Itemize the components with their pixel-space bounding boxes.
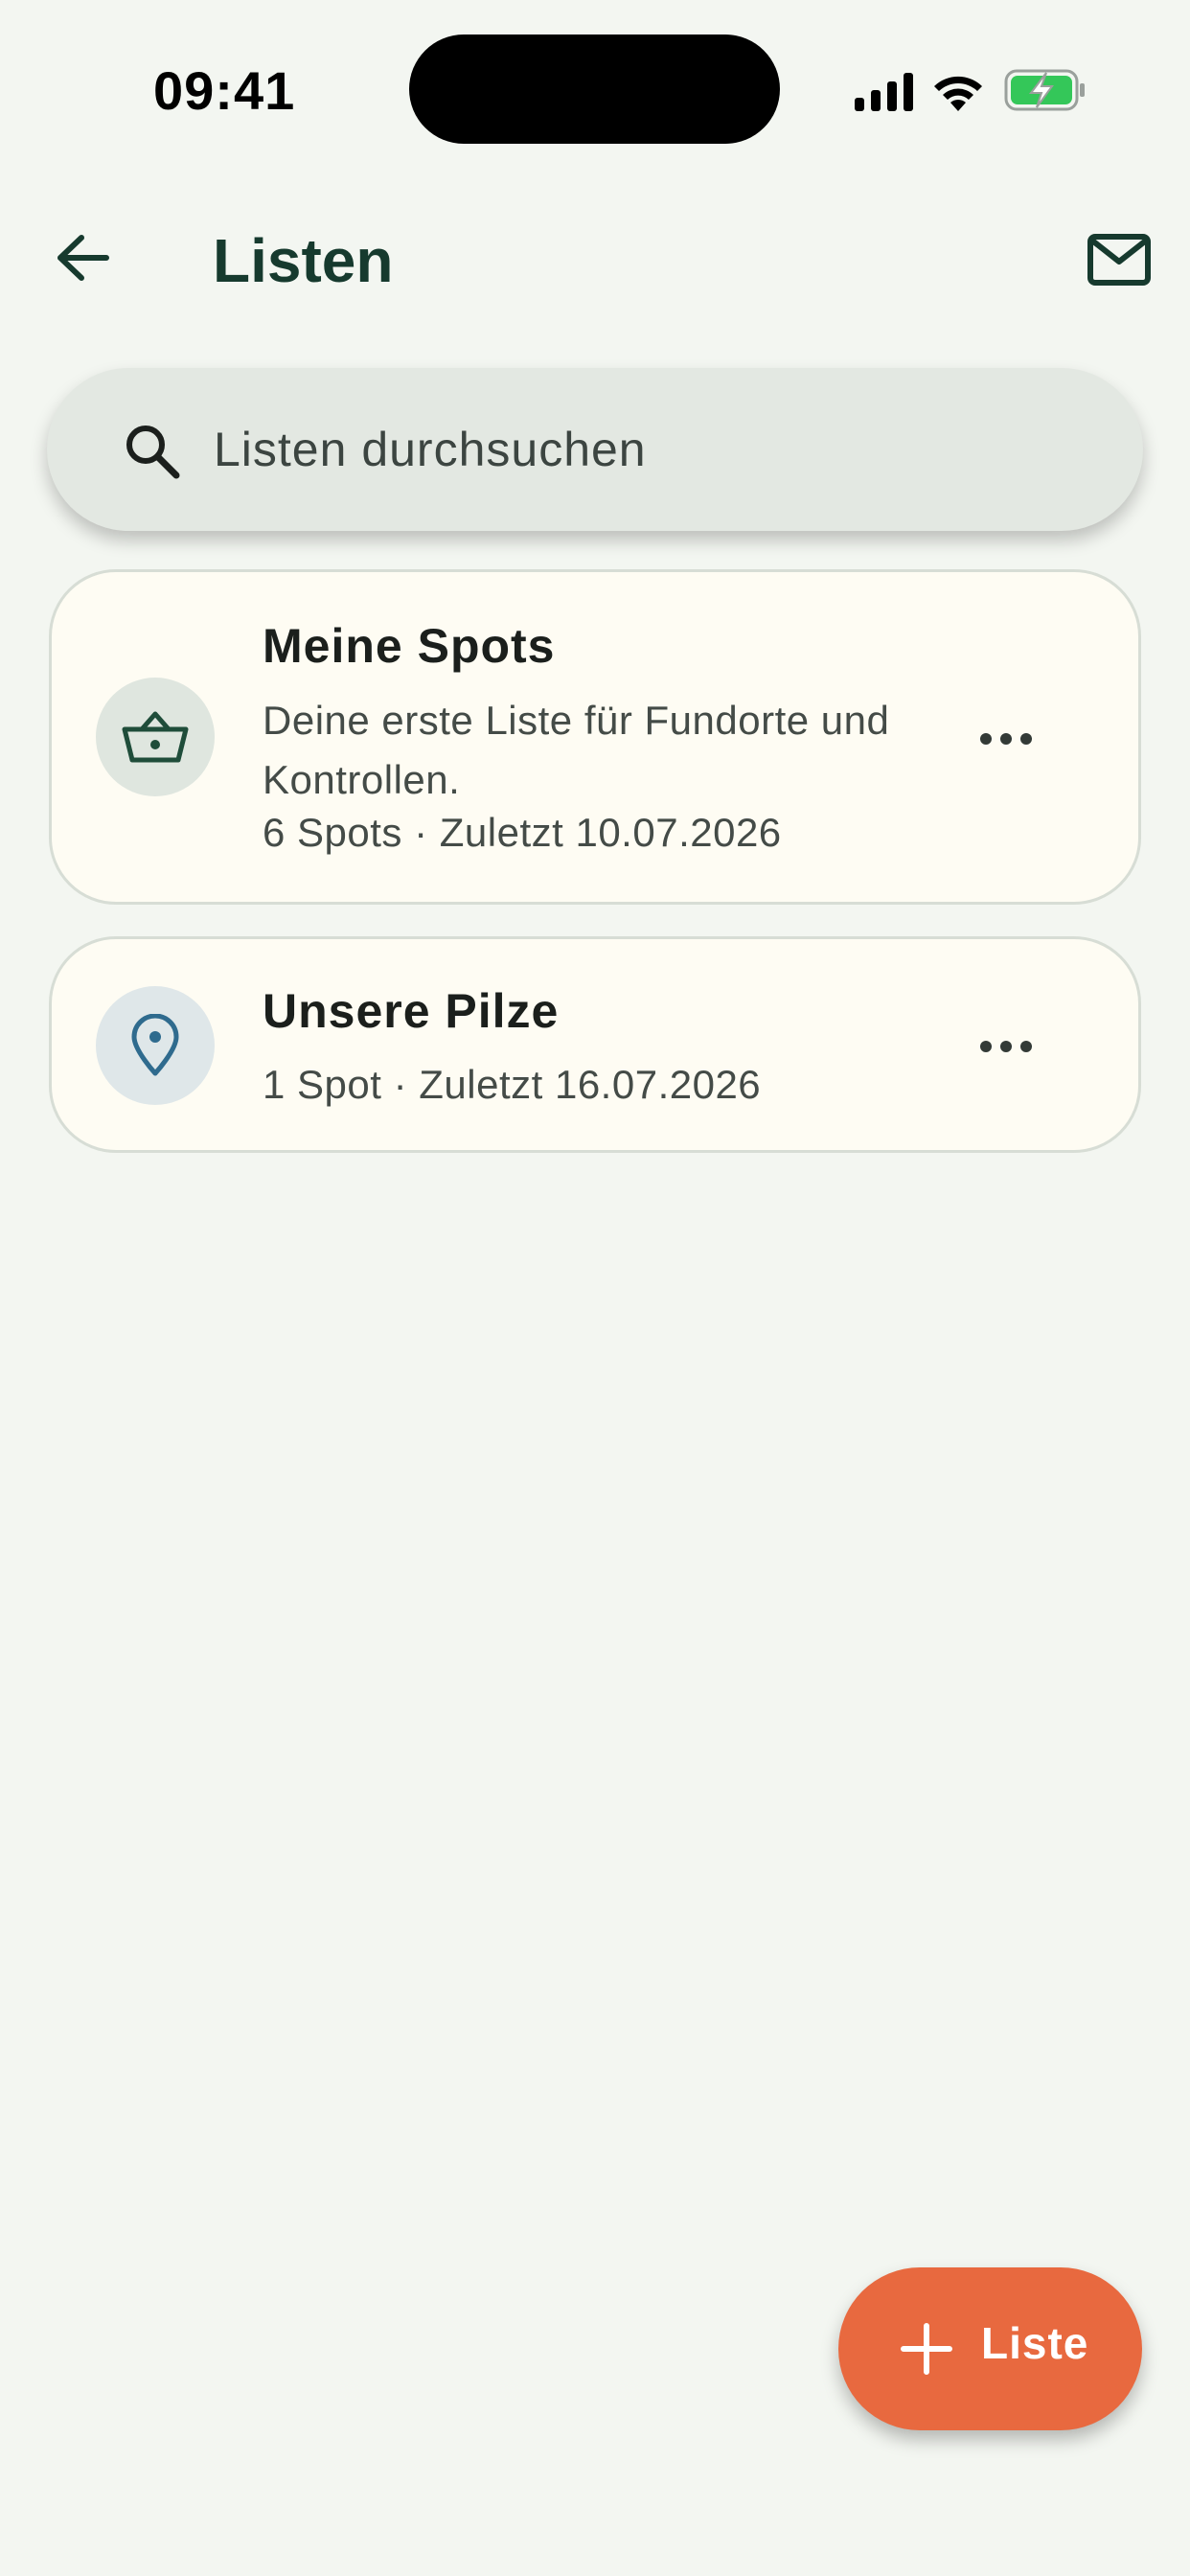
list-avatar <box>96 986 215 1105</box>
plus-icon <box>901 2323 952 2375</box>
arrow-left-icon <box>57 235 109 281</box>
dynamic-island <box>409 34 780 144</box>
mail-icon <box>1087 234 1151 286</box>
list-meta: 1 Spot · Zuletzt 16.07.2026 <box>263 1062 762 1107</box>
list-card[interactable]: Unsere Pilze 1 Spot · Zuletzt 16.07.2026 <box>49 936 1141 1153</box>
more-horizontal-icon <box>980 733 1032 745</box>
list-card[interactable]: Meine Spots Deine erste Liste für Fundor… <box>49 569 1141 905</box>
list-title: Meine Spots <box>263 619 556 673</box>
list-avatar <box>96 678 215 796</box>
search-input[interactable] <box>214 406 1076 493</box>
list-title: Unsere Pilze <box>263 984 560 1038</box>
search-icon <box>126 426 180 479</box>
location-pin-icon <box>131 1014 179 1076</box>
status-time: 09:41 <box>153 60 296 121</box>
wifi-icon <box>934 76 982 111</box>
add-list-button[interactable]: Liste <box>838 2267 1142 2430</box>
more-options-button[interactable] <box>968 1018 1044 1075</box>
mail-button[interactable] <box>1081 226 1157 293</box>
list-description: Deine erste Liste für Fundorte und Kontr… <box>263 698 890 802</box>
more-options-button[interactable] <box>968 710 1044 768</box>
basket-icon <box>122 711 189 763</box>
status-bar: 09:41 <box>0 0 1190 172</box>
page-title: Listen <box>213 226 394 295</box>
search-bar[interactable] <box>47 368 1143 531</box>
back-button[interactable] <box>48 222 119 293</box>
list-meta: 6 Spots · Zuletzt 10.07.2026 <box>263 810 782 855</box>
more-horizontal-icon <box>980 1041 1032 1052</box>
signal-icon <box>855 73 913 111</box>
battery-charging-icon <box>1004 69 1085 111</box>
add-list-label: Liste <box>981 2318 1089 2368</box>
